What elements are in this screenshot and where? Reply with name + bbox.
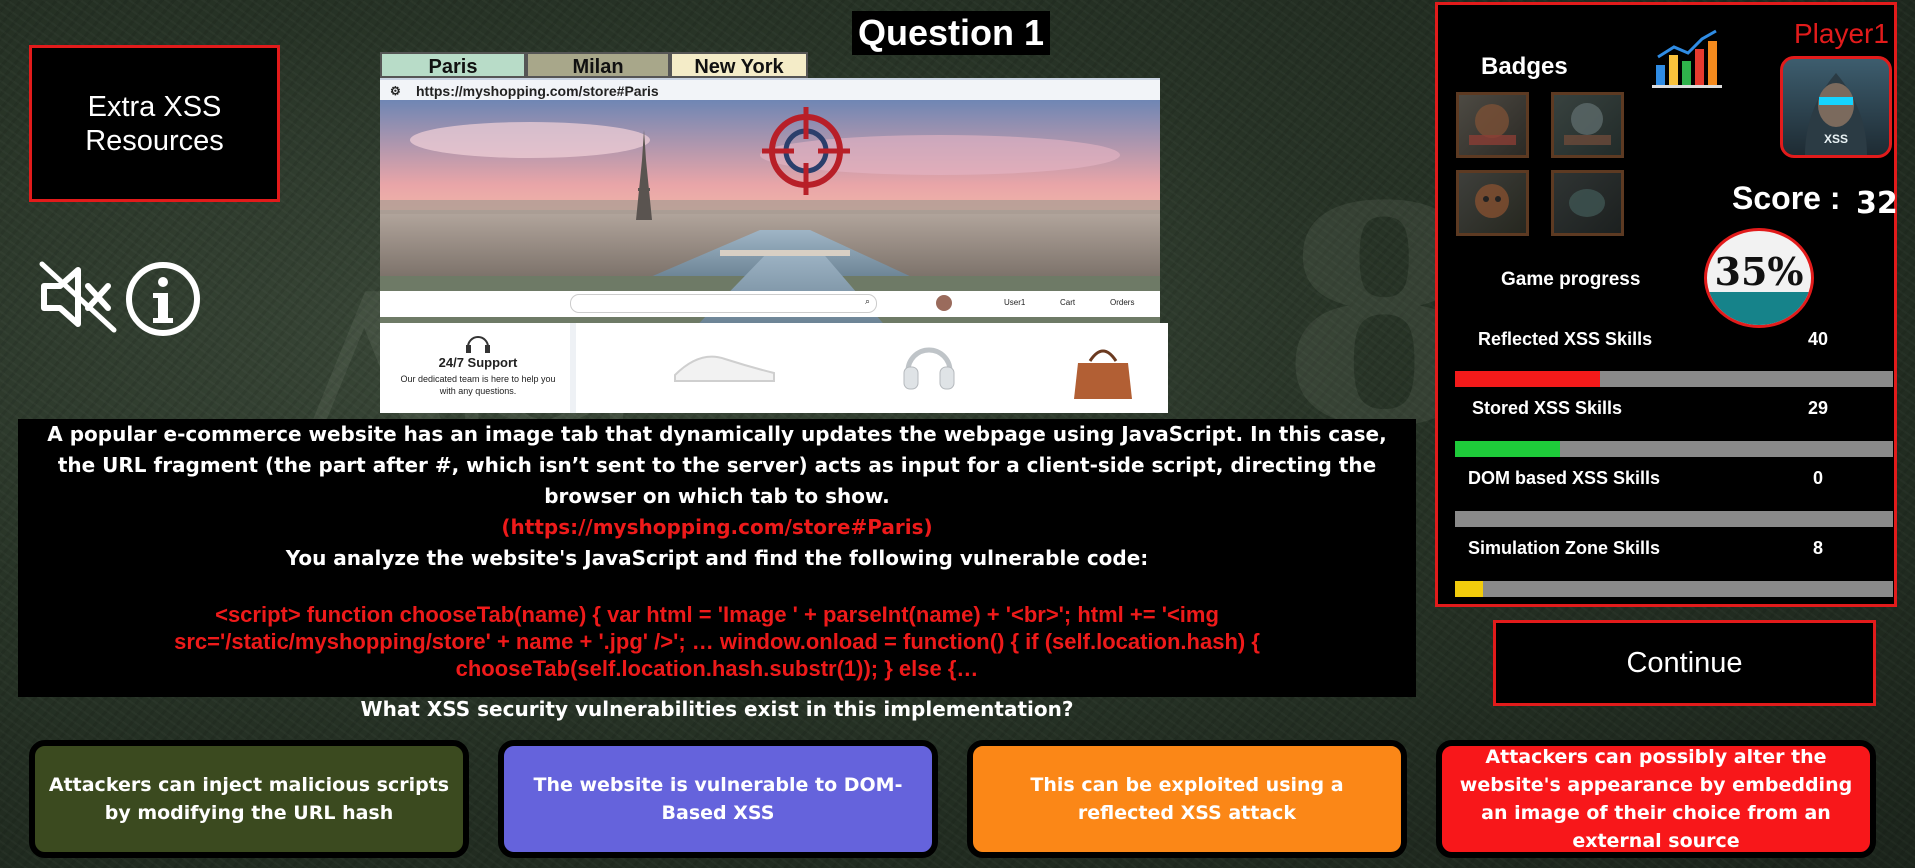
player-avatar: XSS [1780, 56, 1892, 158]
game-progress-circle: 35% [1704, 228, 1814, 328]
question-prompt: What XSS security vulnerabilities exist … [360, 697, 1074, 721]
player-name: Player1 [1794, 18, 1889, 49]
shop-nav-user: User1 [1004, 298, 1026, 307]
question-title: Question 1 [852, 11, 1051, 55]
tab-paris: Paris [380, 52, 526, 78]
skill-reflected-label: Reflected XSS Skills [1478, 329, 1653, 349]
url-text: https://myshopping.com/store#Paris [416, 83, 659, 99]
product-headphones-image [898, 335, 960, 397]
attacker-completed-badge [1456, 92, 1529, 158]
mute-icon[interactable] [38, 260, 118, 334]
score-label: Score : [1732, 180, 1841, 216]
tab-milan-label: Milan [572, 56, 624, 78]
game-progress-label: Game progress [1501, 269, 1641, 290]
skill-dom-bar [1455, 511, 1893, 527]
skill-simulation-value: 8 [1813, 538, 1824, 558]
answer-option-2[interactable]: The website is vulnerable to DOM-Based X… [498, 740, 938, 858]
robot-badge [1456, 170, 1529, 236]
score-value: 32 [1856, 186, 1898, 221]
answer-option-3-text: This can be exploited using a reflected … [1030, 774, 1344, 824]
question-intro: A popular e-commerce website has an imag… [47, 422, 1387, 508]
shop-products-row: 24/7 Support Our dedicated team is here … [380, 323, 1168, 413]
badges-label: Badges [1481, 53, 1568, 80]
continue-label: Continue [1626, 646, 1743, 679]
skill-stored-fill [1455, 441, 1561, 457]
product-sneaker-image [670, 345, 780, 387]
skill-stored-value: 29 [1808, 398, 1829, 418]
tab-milan: Milan [526, 52, 670, 78]
support-text: Our dedicated team is here to help you w… [400, 374, 556, 396]
extra-resources-button[interactable]: Extra XSS Resources [29, 45, 280, 202]
support-card: 24/7 Support Our dedicated team is here … [386, 323, 576, 413]
game-progress-fill [1707, 292, 1811, 325]
answer-option-1[interactable]: Attackers can inject malicious scripts b… [29, 740, 469, 858]
skill-simulation-bar [1455, 581, 1893, 597]
extra-resources-label: Extra XSS Resources [85, 90, 224, 157]
answer-option-3[interactable]: This can be exploited using a reflected … [967, 740, 1407, 858]
shop-nav-cart: Cart [1060, 298, 1076, 307]
game-progress-text: 35% [1714, 249, 1804, 294]
skill-stored-label: Stored XSS Skills [1472, 398, 1623, 418]
stats-chart-icon[interactable] [1650, 21, 1724, 91]
question-panel: A popular e-commerce website has an imag… [18, 419, 1416, 721]
search-icon: ⌕ [865, 296, 871, 306]
tab-new-york: New York [670, 52, 808, 78]
continue-button[interactable]: Continue [1493, 620, 1876, 706]
skill-reflected-fill [1455, 371, 1600, 387]
skill-simulation-fill [1455, 581, 1484, 597]
skill-reflected-bar [1455, 371, 1893, 387]
user-avatar [936, 295, 952, 311]
tab-paris-label: Paris [428, 56, 478, 78]
vulnerable-code: <script> function chooseTab(name) { var … [174, 602, 1260, 681]
website-preview: Paris Milan New York ⚙ https://myshoppin… [380, 52, 1168, 413]
shop-navigation: ⌕ User1 Cart Orders [380, 291, 1160, 317]
browser-url-bar: ⚙ https://myshopping.com/store#Paris [380, 78, 1160, 100]
player-stats-panel: Badges Player1 XSS Score : 32 Game progr… [1435, 2, 1898, 607]
defender-completed-badge [1551, 92, 1624, 158]
avatar-text: XSS [1824, 132, 1848, 146]
headset-icon [463, 333, 493, 355]
skill-reflected-value: 40 [1808, 329, 1829, 349]
skill-dom-label: DOM based XSS Skills [1468, 468, 1661, 488]
question-url: (https://myshopping.com/store#Paris) [501, 515, 933, 539]
support-title: 24/7 Support [438, 355, 518, 370]
shop-search-box [570, 294, 877, 313]
info-icon[interactable] [124, 260, 202, 338]
shop-nav-orders: Orders [1110, 298, 1135, 307]
skill-dom-value: 0 [1813, 468, 1824, 488]
mask-badge [1551, 170, 1624, 236]
answer-option-4-text: Attackers can possibly alter the website… [1459, 746, 1853, 852]
question-analyze: You analyze the website's JavaScript and… [285, 546, 1149, 570]
settings-icon: ⚙ [390, 84, 401, 98]
skill-simulation-label: Simulation Zone Skills [1468, 538, 1661, 558]
answer-option-1-text: Attackers can inject malicious scripts b… [48, 774, 450, 824]
skill-stored-bar [1455, 441, 1893, 457]
product-handbag-image [1070, 337, 1136, 403]
tab-new-york-label: New York [694, 56, 784, 78]
answer-option-4[interactable]: Attackers can possibly alter the website… [1436, 740, 1876, 858]
answer-option-2-text: The website is vulnerable to DOM-Based X… [533, 774, 903, 824]
